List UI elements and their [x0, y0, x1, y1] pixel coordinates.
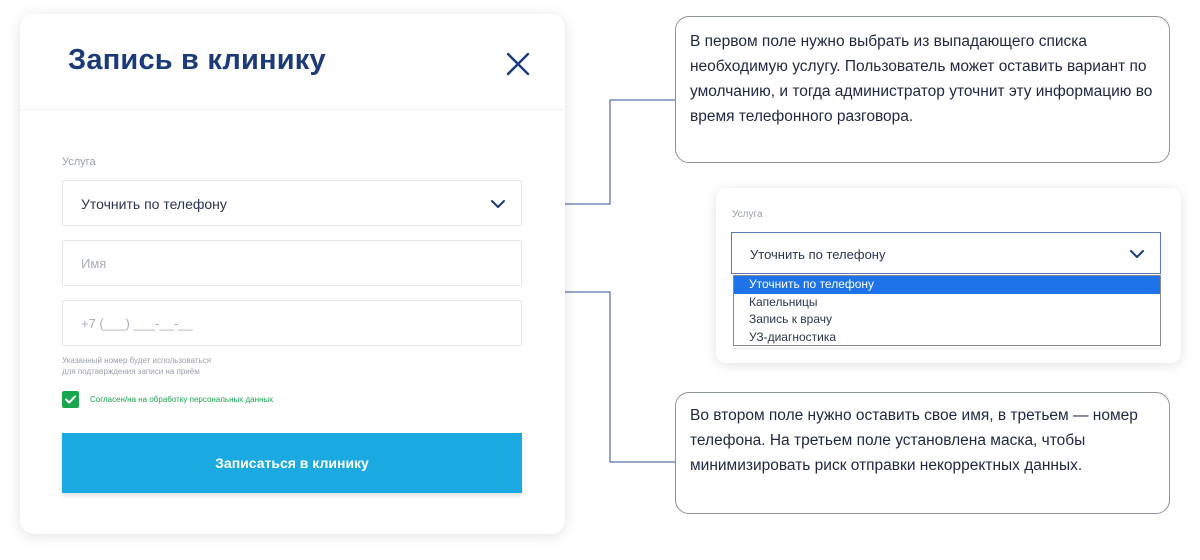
service-select-value: Уточнить по телефону	[81, 196, 227, 212]
callout-service-explanation: В первом поле нужно выбрать из выпадающе…	[675, 16, 1170, 163]
phone-input[interactable]: +7 (___) ___-__-__	[62, 300, 522, 346]
chevron-down-icon	[491, 200, 505, 208]
dropdown-option-list: Уточнить по телефону Капельницы Запись к…	[733, 275, 1161, 346]
name-placeholder: Имя	[81, 256, 107, 271]
consent-checkbox[interactable]	[62, 391, 79, 408]
chevron-down-icon	[1130, 250, 1144, 258]
dropdown-option[interactable]: Уточнить по телефону	[734, 276, 1160, 294]
modal-header: Запись в клинику	[20, 14, 565, 110]
close-button[interactable]	[504, 50, 532, 78]
submit-button[interactable]: Записаться в клинику	[62, 433, 522, 493]
dropdown-option[interactable]: УЗ-диагностика	[734, 329, 1160, 347]
phone-hint-line: Указанный номер будет использоваться	[62, 356, 212, 365]
dropdown-option[interactable]: Запись к врачу	[734, 311, 1160, 329]
preview-service-label: Услуга	[732, 209, 763, 220]
dropdown-option[interactable]: Капельницы	[734, 294, 1160, 312]
phone-hint-line: для подтверждения записи на приём	[62, 367, 200, 376]
preview-select-value: Уточнить по телефону	[750, 247, 886, 262]
phone-placeholder: +7 (___) ___-__-__	[81, 316, 193, 331]
close-icon	[506, 52, 530, 76]
dropdown-preview: Услуга Уточнить по телефону Уточнить по …	[716, 188, 1181, 363]
booking-modal: Запись в клинику Услуга Уточнить по теле…	[20, 14, 565, 534]
preview-fade-divider	[731, 348, 1161, 363]
modal-title: Запись в клинику	[68, 44, 326, 76]
consent-label: Согласен/на на обработку персональных да…	[90, 395, 274, 404]
connector-name-phone	[547, 291, 675, 463]
service-select[interactable]: Уточнить по телефону	[62, 180, 522, 226]
preview-service-select[interactable]: Уточнить по телефону	[731, 232, 1161, 274]
check-icon	[65, 395, 76, 404]
name-input[interactable]: Имя	[62, 240, 522, 286]
service-label: Услуга	[62, 156, 96, 168]
callout-name-phone-explanation: Во втором поле нужно оставить свое имя, …	[675, 392, 1170, 514]
phone-hint: Указанный номер будет использоваться для…	[62, 355, 282, 377]
